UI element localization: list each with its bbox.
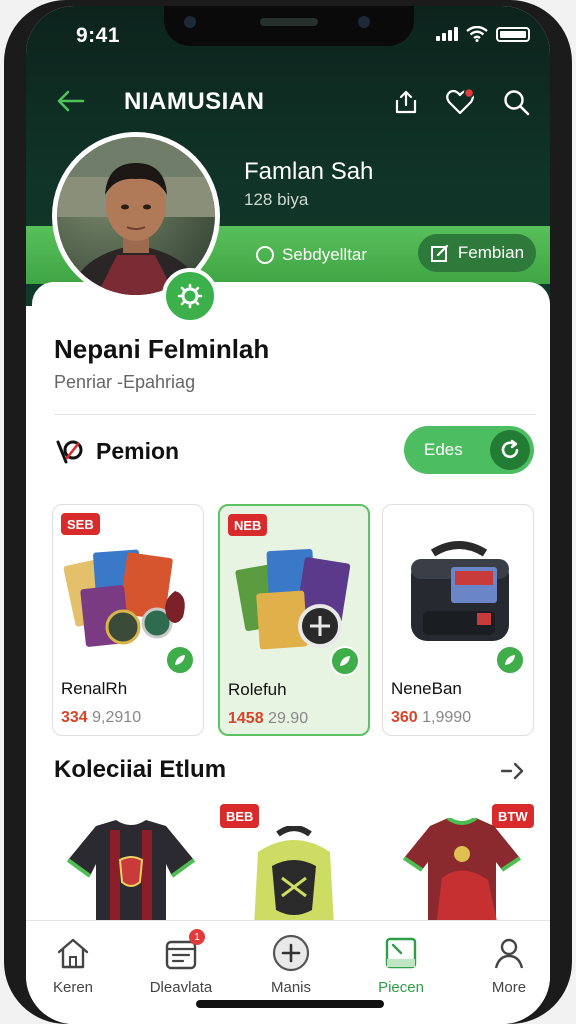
edit-profile-button[interactable]: Fembian — [418, 234, 536, 272]
tab-add[interactable]: Manis — [246, 933, 336, 1003]
share-icon — [395, 90, 417, 114]
jersey-image[interactable] — [66, 820, 196, 926]
top-app-bar: NIAMUSIAN — [26, 78, 550, 124]
leaf-icon — [505, 655, 515, 665]
section-subtitle: Penriar -Epahriag — [54, 372, 196, 392]
profile-subtitle: 128 biya — [244, 190, 309, 209]
premium-icon — [56, 440, 83, 464]
follow-button[interactable]: Sebdyelltar — [256, 237, 367, 273]
tab-collection[interactable]: Piecen — [356, 933, 446, 1003]
premium-header: Pemion — [54, 436, 179, 466]
backpack-image — [411, 541, 509, 641]
list-icon: 1 — [161, 929, 205, 973]
search-icon — [504, 90, 530, 116]
status-icons — [436, 26, 530, 42]
product-name: RenalRh — [61, 679, 128, 698]
collection-more-button[interactable] — [498, 758, 528, 784]
toggle-knob — [490, 430, 530, 470]
tab-label: Keren — [52, 979, 94, 996]
edit-label: Fembian — [457, 243, 525, 262]
camera-dot — [184, 16, 196, 28]
premium-title: Pemion — [96, 437, 180, 464]
product-price: 1458 29.90 — [228, 710, 309, 727]
tab-label: Piecen — [378, 979, 424, 996]
home-indicator[interactable] — [196, 1000, 384, 1008]
refresh-icon — [501, 439, 519, 459]
profile-name: Famlan Sah — [244, 158, 374, 185]
bag-image[interactable] — [248, 826, 340, 926]
tab-more[interactable]: More — [464, 933, 550, 1003]
status-time: 9:41 — [76, 24, 121, 47]
plus-icon — [271, 933, 311, 973]
premium-toggle[interactable]: Edes — [404, 426, 534, 474]
tab-label: Dleavlata — [149, 979, 213, 996]
product-price: 334 9,2910 — [61, 709, 142, 726]
device-notch — [164, 6, 414, 46]
search-button[interactable] — [500, 86, 532, 118]
verified-badge — [162, 268, 218, 324]
back-button[interactable] — [54, 86, 86, 116]
product-card[interactable]: NeneBan 360 1,9990 — [382, 504, 534, 736]
tab-home[interactable]: Keren — [28, 933, 118, 1003]
favorite-button[interactable] — [444, 86, 476, 118]
follow-label: Sebdyelltar — [282, 245, 368, 264]
collection-icon — [381, 933, 421, 973]
product-card[interactable]: SEB RenalRh 334 9,2910 — [52, 504, 204, 736]
add-badge[interactable] — [165, 645, 195, 675]
collection-tag: BEB — [220, 804, 260, 828]
product-price: 360 1,9990 — [391, 709, 472, 726]
gear-icon — [177, 283, 203, 309]
add-badge[interactable] — [330, 646, 360, 676]
heart-icon — [446, 87, 475, 115]
section-title: Nepani Felminlah — [54, 334, 270, 364]
trading-cards-image — [235, 548, 351, 650]
home-icon — [53, 933, 93, 973]
speaker-grille — [260, 18, 318, 26]
tab-label: Manis — [270, 979, 311, 996]
arrow-left-icon — [57, 90, 85, 112]
leaf-icon — [340, 656, 350, 666]
product-name: Rolefuh — [228, 680, 287, 699]
edit-icon — [430, 244, 449, 262]
camera-dot — [358, 16, 370, 28]
phone-frame: 9:41 NIAMUSIAN Famlan Sah 128 biya Sebdy… — [4, 0, 572, 1024]
collection-title: Koleciiai Etlum — [54, 756, 227, 783]
chevron-right-icon — [500, 762, 524, 780]
tab-watchlist[interactable]: 1 Dleavlata — [136, 929, 226, 1003]
add-badge[interactable] — [495, 645, 525, 675]
divider — [54, 414, 536, 415]
wifi-icon — [466, 26, 488, 42]
app-screen: 9:41 NIAMUSIAN Famlan Sah 128 biya Sebdy… — [26, 6, 550, 1024]
follow-icon — [256, 246, 274, 264]
leaf-icon — [175, 655, 185, 665]
product-card[interactable]: NEB Rolefuh 1458 29.90 — [218, 504, 370, 736]
tab-label: More — [491, 979, 527, 996]
toggle-label: Edes — [424, 440, 463, 459]
trading-cards-image — [63, 549, 185, 647]
page-title: NIAMUSIAN — [124, 88, 265, 115]
share-button[interactable] — [390, 86, 422, 118]
product-name: NeneBan — [391, 679, 462, 698]
battery-icon — [496, 26, 530, 42]
bottom-tab-bar: Keren 1 Dleavlata Manis Piecen More — [26, 920, 550, 1024]
jersey-image[interactable] — [402, 818, 522, 926]
notification-badge: 1 — [189, 929, 205, 945]
profile-icon — [489, 933, 529, 973]
signal-icon — [436, 27, 458, 41]
